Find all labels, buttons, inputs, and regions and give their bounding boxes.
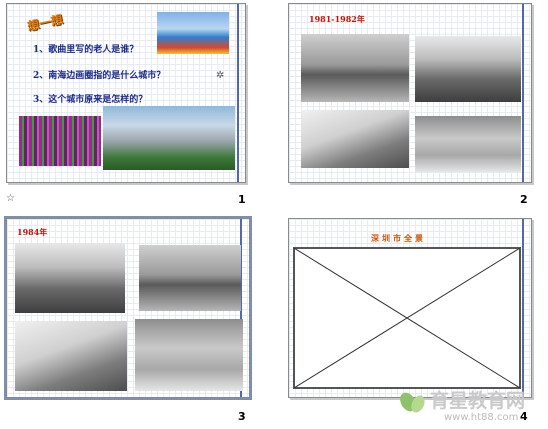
ponds-photo-1984 [135,319,243,391]
slide-thumbnail-3[interactable]: 1984年 [4,216,252,400]
building-photo-1981 [415,36,521,102]
slide-accent-line [522,219,524,397]
slide-wordart-title: 想一想 [26,12,65,34]
slide-title: 深圳市全景 [371,233,426,243]
slide-accent-line [522,4,524,182]
watermark-brand: 育星教育网 [430,390,526,412]
billboard-photo [157,12,229,54]
river-photo-1984 [139,245,241,311]
slide-title: 1981-1982年 [309,14,365,24]
question-2: 2、南海边画圈指的是什么城市？ [33,71,166,81]
watermark-url: www.ht88.com [444,412,519,423]
image-placeholder [293,247,521,389]
slide-accent-line [237,4,239,182]
aerial-photo-1984 [15,321,127,391]
slide-title: 1984年 [17,227,48,237]
watermark: 育星教育网 www.ht88.com [398,386,544,426]
transition-star-icon[interactable]: ☆ [6,193,15,204]
slide-thumbnail-1[interactable]: 想一想 1、歌曲里写的老人是谁？ 2、南海边画圈指的是什么城市？ 3、这个城市原… [6,3,246,183]
question-3: 3、这个城市原来是怎样的？ [33,95,148,105]
street-photo-1981 [301,34,409,102]
mosaic-photo [19,116,101,166]
landscape-photo-1982 [415,116,521,172]
slide-number-2: 2 [520,193,528,206]
slide-thumbnail-4[interactable]: 深圳市全景 [288,218,532,398]
sparkle-icon: ✲ [216,70,225,81]
slide-number-3: 3 [238,410,246,423]
city-skyline-photo [103,106,235,170]
market-photo-1982 [301,110,409,168]
question-1: 1、歌曲里写的老人是谁？ [33,45,139,55]
hillside-photo-1984 [15,243,125,313]
slide-number-1: 1 [238,193,246,206]
leaf-logo-icon [400,392,425,413]
slide-thumbnail-2[interactable]: 1981-1982年 [288,3,532,183]
